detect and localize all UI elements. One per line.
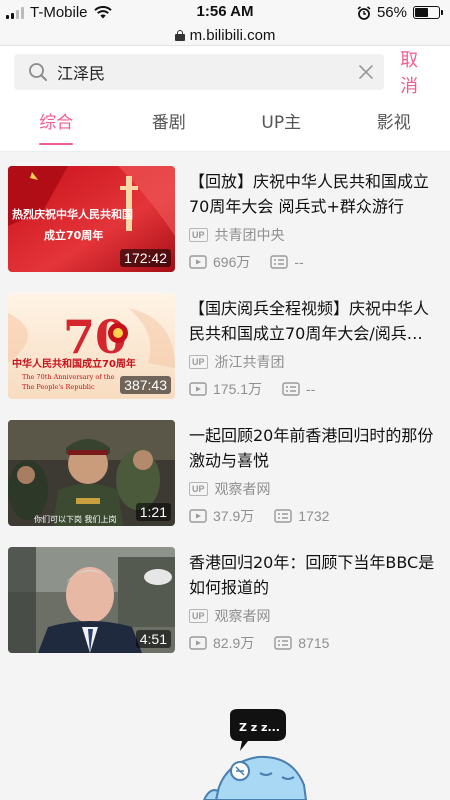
duration-badge: 1:21 xyxy=(135,503,171,521)
play-count-icon xyxy=(189,636,207,650)
tab-bar: 综合 番剧 UP主 影视 xyxy=(0,98,450,152)
uploader-name[interactable]: 观察者网 xyxy=(215,606,271,626)
video-item[interactable]: 热烈庆祝中华人民共和国 成立70周年 172:42 【回放】庆祝中华人民共和国成… xyxy=(0,166,450,293)
video-thumbnail[interactable]: 热烈庆祝中华人民共和国 成立70周年 172:42 xyxy=(8,166,175,272)
danmaku-icon xyxy=(274,636,292,650)
video-title[interactable]: 香港回归20年：回顾下当年BBC是如何报道的 xyxy=(189,550,442,600)
danmaku-count: -- xyxy=(306,381,316,397)
clear-icon[interactable] xyxy=(358,64,374,80)
search-icon xyxy=(29,63,47,81)
danmaku-count: 1732 xyxy=(298,508,330,524)
uploader-name[interactable]: 共青团中央 xyxy=(215,225,285,245)
thumb-text: The 70th Anniversary of the xyxy=(22,373,115,381)
duration-badge: 4:51 xyxy=(135,630,171,648)
view-count: 696万 xyxy=(213,254,251,270)
video-title[interactable]: 一起回顾20年前香港回归时的那份激动与喜悦 xyxy=(189,423,442,473)
danmaku-icon xyxy=(270,255,289,269)
thumb-text: 热烈庆祝中华人民共和国 xyxy=(12,207,133,221)
cancel-button[interactable]: 取消 xyxy=(400,46,436,98)
danmaku-icon xyxy=(282,382,300,396)
danmaku-count: 8715 xyxy=(298,635,330,651)
view-count: 37.9万 xyxy=(213,508,255,524)
battery-percent: 56% xyxy=(376,4,407,21)
sleeping-mascot-illustration: Z z z... xyxy=(202,709,308,800)
video-item[interactable]: 4:51 香港回归20年：回顾下当年BBC是如何报道的 UP 观察者网 82.9万… xyxy=(0,547,450,674)
status-bar: T-Mobile 1:56 AM 56% xyxy=(0,0,450,26)
tab-uploaders[interactable]: UP主 xyxy=(225,98,338,151)
url-text: m.bilibili.com xyxy=(189,27,276,44)
video-thumbnail[interactable]: 4:51 xyxy=(8,547,175,653)
tab-all[interactable]: 综合 xyxy=(0,98,113,151)
up-badge: UP xyxy=(189,482,208,496)
url-bar[interactable]: m.bilibili.com xyxy=(0,26,450,46)
mascot-speech: Z z z... xyxy=(239,721,280,734)
video-item[interactable]: 你们可以下岗 我们上岗 1:21 一起回顾20年前香港回归时的那份激动与喜悦 U… xyxy=(0,420,450,547)
view-count: 175.1万 xyxy=(213,381,263,397)
video-thumbnail[interactable]: 70 中华人民共和国成立70周年 The 70th Anniversary of… xyxy=(8,293,175,399)
tab-movies[interactable]: 影视 xyxy=(338,98,450,151)
alarm-icon xyxy=(357,5,371,20)
up-badge: UP xyxy=(189,609,208,623)
play-count-icon xyxy=(189,509,207,523)
uploader-name[interactable]: 浙江共青团 xyxy=(215,352,285,372)
view-count: 82.9万 xyxy=(213,635,255,651)
danmaku-count: -- xyxy=(294,254,304,270)
search-box[interactable] xyxy=(14,54,385,90)
search-input[interactable] xyxy=(57,62,353,82)
search-row: 取消 xyxy=(0,46,450,98)
video-title[interactable]: 【国庆阅兵全程视频】庆祝中华人民共和国成立70周年大会/阅兵… xyxy=(189,296,442,346)
lock-icon xyxy=(174,30,185,41)
uploader-name[interactable]: 观察者网 xyxy=(215,479,271,499)
duration-badge: 387:43 xyxy=(120,376,171,394)
tab-anime[interactable]: 番剧 xyxy=(113,98,226,151)
up-badge: UP xyxy=(189,355,208,369)
thumb-text: The People's Republic xyxy=(22,383,95,391)
up-badge: UP xyxy=(189,228,208,242)
danmaku-icon xyxy=(274,509,292,523)
video-title[interactable]: 【回放】庆祝中华人民共和国成立70周年大会 阅兵式+群众游行 xyxy=(189,169,442,219)
battery-icon xyxy=(413,6,443,19)
video-item[interactable]: 70 中华人民共和国成立70周年 The 70th Anniversary of… xyxy=(0,293,450,420)
play-count-icon xyxy=(189,382,207,396)
thumb-subtitle: 你们可以下岗 我们上岗 xyxy=(34,514,117,524)
video-thumbnail[interactable]: 你们可以下岗 我们上岗 1:21 xyxy=(8,420,175,526)
video-list: 热烈庆祝中华人民共和国 成立70周年 172:42 【回放】庆祝中华人民共和国成… xyxy=(0,152,450,674)
duration-badge: 172:42 xyxy=(120,249,171,267)
thumb-text: 中华人民共和国成立70周年 xyxy=(12,357,136,370)
thumb-text: 成立70周年 xyxy=(44,228,103,242)
play-count-icon xyxy=(189,255,207,269)
